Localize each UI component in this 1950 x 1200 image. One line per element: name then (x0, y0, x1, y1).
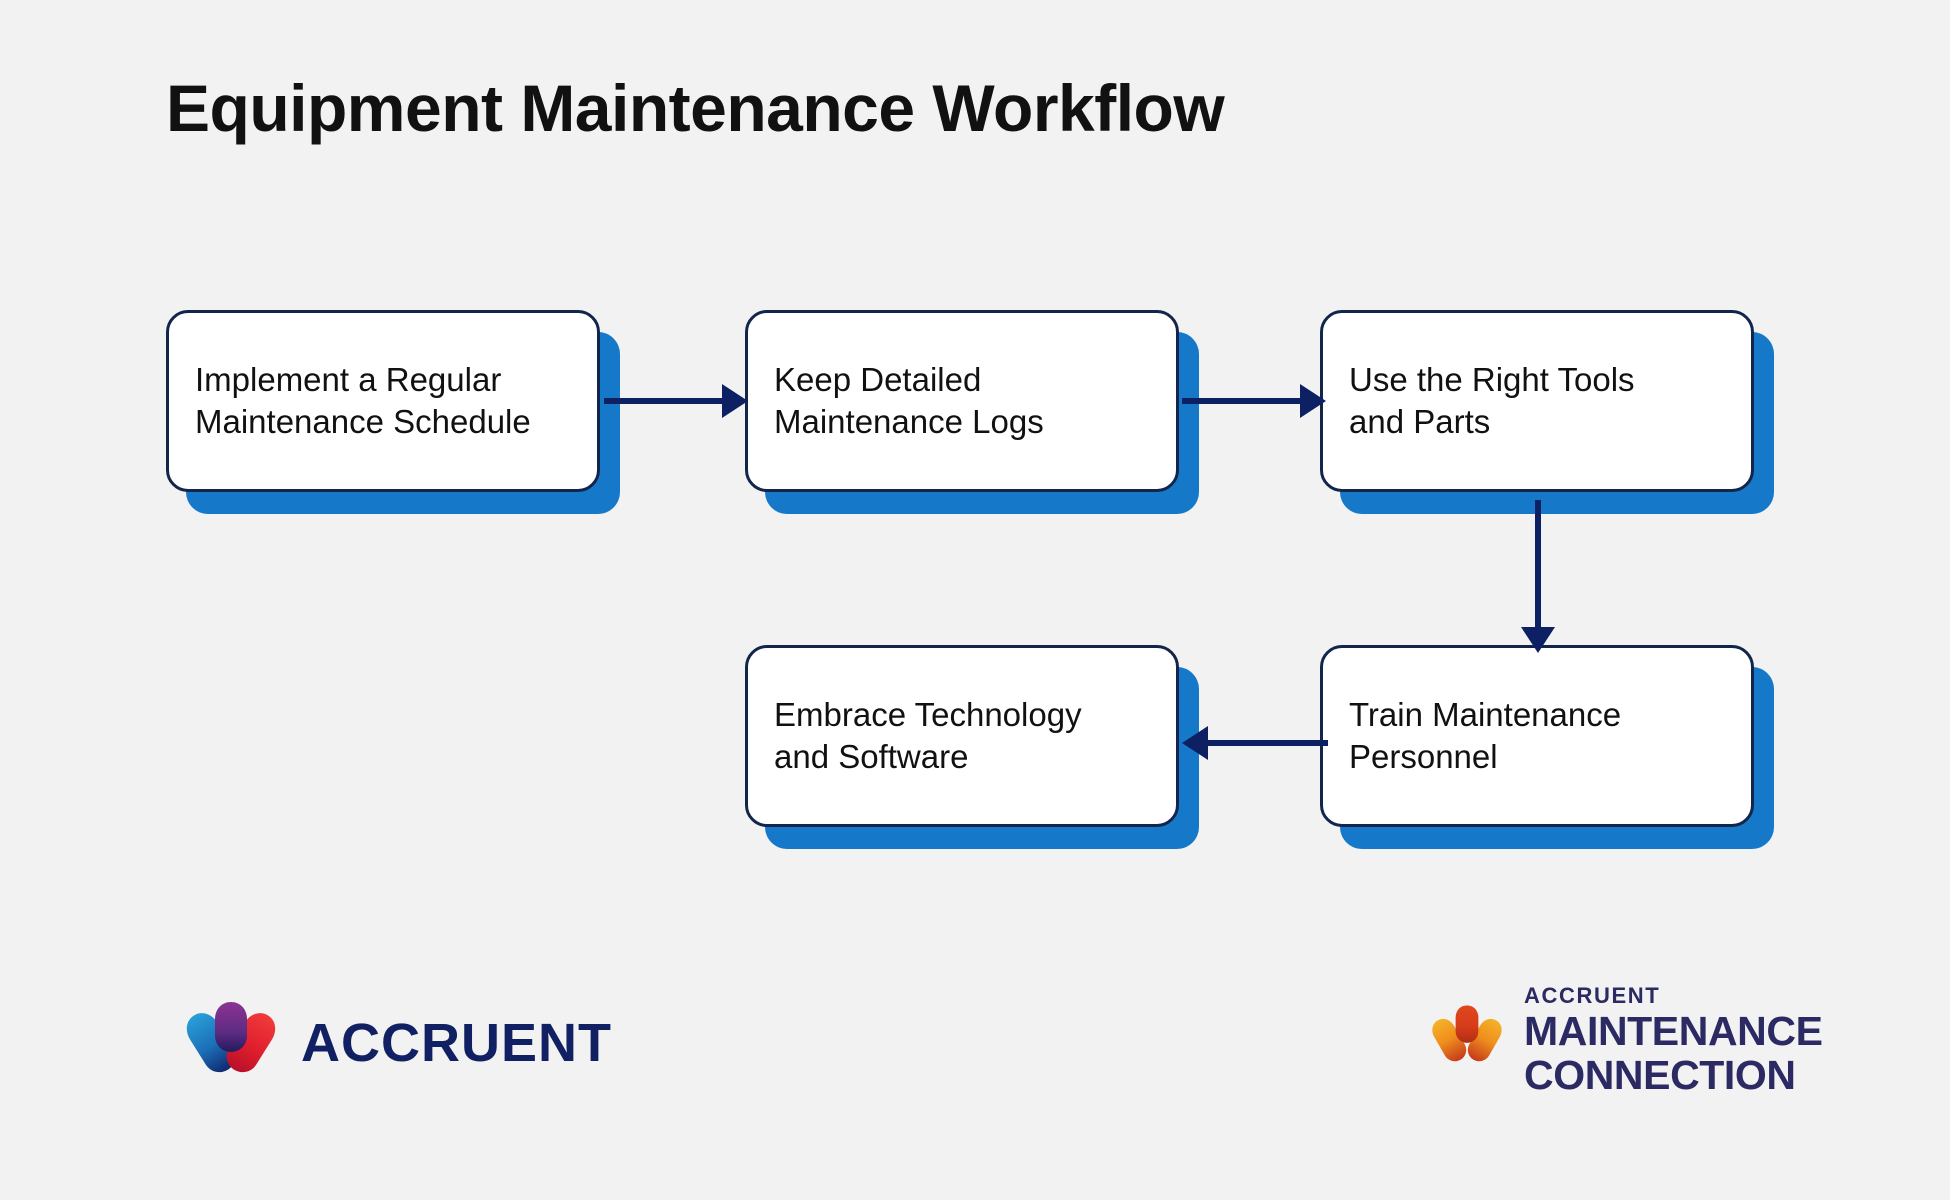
maintenance-connection-wordmark: ACCRUENT MAINTENANCE CONNECTION (1524, 985, 1823, 1096)
flow-node-train-personnel[interactable]: Train Maintenance Personnel (1320, 645, 1774, 849)
arrow-head-right-icon (722, 384, 748, 418)
accruent-logo-mark-icon (183, 1000, 279, 1085)
mc-line1: MAINTENANCE (1524, 1008, 1823, 1054)
node-label-line1: Implement a Regular (195, 360, 502, 398)
connector-line (1182, 398, 1304, 404)
maintenance-connection-logo-mark-icon (1428, 1000, 1506, 1081)
slide-canvas: Equipment Maintenance Workflow Implement… (0, 0, 1950, 1200)
node-label: Use the Right Tools and Parts (1323, 359, 1751, 443)
node-label: Implement a Regular Maintenance Schedule (169, 359, 597, 443)
connector-n2-n3 (1182, 384, 1328, 418)
connector-n4-n5 (1182, 726, 1328, 760)
arrow-head-down-icon (1521, 627, 1555, 653)
arrow-head-right-icon (1300, 384, 1326, 418)
node-label-line2: Personnel (1349, 738, 1498, 775)
node-label: Embrace Technology and Software (748, 694, 1176, 778)
node-label-line2: and Parts (1349, 403, 1491, 440)
flow-node-maintenance-logs[interactable]: Keep Detailed Maintenance Logs (745, 310, 1199, 514)
node-card[interactable]: Keep Detailed Maintenance Logs (745, 310, 1179, 492)
node-label-line1: Use the Right Tools (1349, 360, 1635, 398)
node-label-line2: Maintenance Logs (774, 403, 1044, 440)
accruent-logo: ACCRUENT (183, 1000, 612, 1085)
node-label: Keep Detailed Maintenance Logs (748, 359, 1176, 443)
node-label-line1: Embrace Technology (774, 695, 1082, 733)
connector-n3-n4 (1521, 500, 1555, 655)
node-label-line2: Maintenance Schedule (195, 403, 531, 440)
mc-eyebrow: ACCRUENT (1524, 983, 1661, 1008)
node-card[interactable]: Train Maintenance Personnel (1320, 645, 1754, 827)
node-card[interactable]: Implement a Regular Maintenance Schedule (166, 310, 600, 492)
connector-line (604, 398, 726, 404)
flow-node-implement-schedule[interactable]: Implement a Regular Maintenance Schedule (166, 310, 620, 514)
maintenance-connection-logo: ACCRUENT MAINTENANCE CONNECTION (1428, 985, 1823, 1096)
flow-node-right-tools-parts[interactable]: Use the Right Tools and Parts (1320, 310, 1774, 514)
node-label-line2: and Software (774, 738, 969, 775)
node-label-line1: Keep Detailed (774, 360, 982, 398)
node-label-line1: Train Maintenance (1349, 695, 1622, 733)
flow-node-embrace-technology[interactable]: Embrace Technology and Software (745, 645, 1199, 849)
connector-n1-n2 (604, 384, 750, 418)
node-card[interactable]: Embrace Technology and Software (745, 645, 1179, 827)
node-label: Train Maintenance Personnel (1323, 694, 1751, 778)
connector-line (1535, 500, 1541, 631)
accruent-wordmark: ACCRUENT (301, 1012, 612, 1073)
arrow-head-left-icon (1182, 726, 1208, 760)
page-title: Equipment Maintenance Workflow (166, 71, 1225, 145)
connector-line (1206, 740, 1328, 746)
mc-line2: CONNECTION (1524, 1052, 1796, 1098)
node-card[interactable]: Use the Right Tools and Parts (1320, 310, 1754, 492)
